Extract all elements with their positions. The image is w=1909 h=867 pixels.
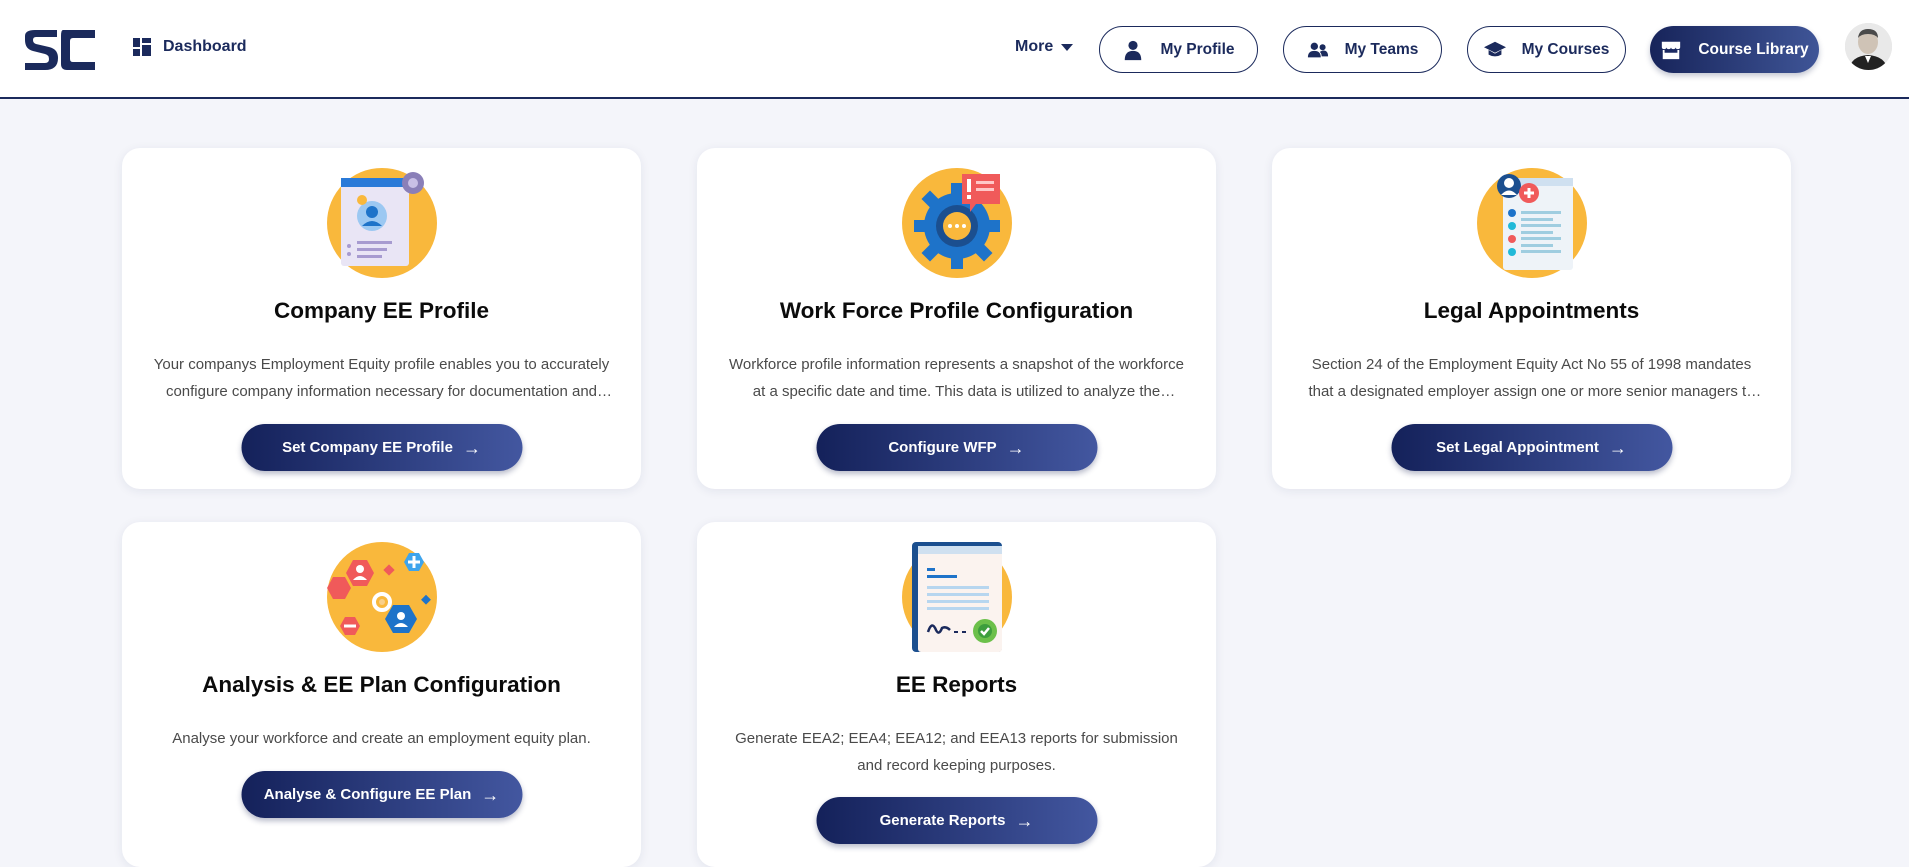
- card-description: Workforce profile information represents…: [729, 356, 1184, 400]
- legal-appointment-icon: [1476, 168, 1587, 278]
- analysis-plan-icon: [326, 542, 437, 652]
- dashboard-link[interactable]: Dashboard: [133, 38, 247, 56]
- button-label: Analyse & Configure EE Plan: [263, 786, 472, 803]
- my-teams-label: My Teams: [1344, 40, 1419, 58]
- my-courses-label: My Courses: [1521, 40, 1610, 58]
- my-profile-label: My Profile: [1160, 40, 1235, 58]
- button-label: Set Company EE Profile: [282, 439, 453, 456]
- arrow-right-icon: →: [462, 437, 481, 458]
- card-title: EE Reports: [895, 672, 1018, 697]
- user-avatar[interactable]: [1845, 23, 1892, 70]
- more-menu[interactable]: More: [1015, 38, 1074, 56]
- ee-report-document-icon: [901, 542, 1012, 652]
- arrow-right-icon: →: [1006, 437, 1025, 458]
- configure-wfp-button[interactable]: Configure WFP →: [816, 424, 1097, 471]
- button-label: Set Legal Appointment: [1436, 439, 1599, 456]
- card-description: Your companys Employment Equity profile …: [153, 356, 610, 400]
- set-company-ee-profile-button[interactable]: Set Company EE Profile →: [241, 424, 522, 471]
- course-library-button[interactable]: Course Library: [1650, 26, 1819, 73]
- card-description: Analyse your workforce and create an emp…: [172, 730, 591, 747]
- card-description: Generate EEA2; EEA4; EEA12; and EEA13 re…: [735, 730, 1178, 774]
- card-legal-appointments: Legal Appointments Section 24 of the Emp…: [1272, 148, 1791, 489]
- dashboard-label: Dashboard: [163, 38, 247, 55]
- card-ee-reports: EE Reports Generate EEA2; EEA4; EEA12; a…: [697, 522, 1216, 867]
- dashboard-icon: [133, 38, 151, 56]
- my-courses-button[interactable]: My Courses: [1467, 26, 1626, 73]
- card-title: Company EE Profile: [273, 298, 490, 323]
- company-logo[interactable]: [23, 28, 97, 72]
- button-label: Generate Reports: [879, 812, 1006, 829]
- arrow-right-icon: →: [1608, 437, 1627, 458]
- card-description: Section 24 of the Employment Equity Act …: [1308, 356, 1755, 400]
- my-profile-button[interactable]: My Profile: [1099, 26, 1258, 73]
- user-icon: [1125, 40, 1142, 60]
- more-label: More: [1015, 38, 1054, 55]
- store-icon: [1662, 41, 1681, 59]
- card-title: Work Force Profile Configuration: [779, 298, 1134, 323]
- course-library-label: Course Library: [1698, 40, 1809, 58]
- generate-reports-button[interactable]: Generate Reports →: [816, 797, 1097, 844]
- card-analysis-ee-plan: Analysis & EE Plan Configuration Analyse…: [122, 522, 641, 867]
- workforce-gear-icon: [901, 168, 1012, 278]
- card-title: Analysis & EE Plan Configuration: [202, 672, 561, 697]
- set-legal-appointment-button[interactable]: Set Legal Appointment →: [1391, 424, 1672, 471]
- users-icon: [1307, 42, 1328, 57]
- button-label: Configure WFP: [888, 439, 997, 456]
- analyse-configure-ee-plan-button[interactable]: Analyse & Configure EE Plan →: [241, 771, 522, 818]
- card-title: Legal Appointments: [1423, 298, 1640, 323]
- caret-down-icon: [1061, 43, 1074, 51]
- arrow-right-icon: →: [481, 784, 500, 805]
- arrow-right-icon: →: [1015, 810, 1034, 831]
- top-navbar: Dashboard More My Profile My Teams My Co…: [0, 0, 1909, 99]
- card-work-force-profile: Work Force Profile Configuration Workfor…: [697, 148, 1216, 489]
- card-company-ee-profile: Company EE Profile Your companys Employm…: [122, 148, 641, 489]
- company-profile-icon: [326, 168, 437, 278]
- my-teams-button[interactable]: My Teams: [1283, 26, 1442, 73]
- graduation-cap-icon: [1483, 41, 1506, 56]
